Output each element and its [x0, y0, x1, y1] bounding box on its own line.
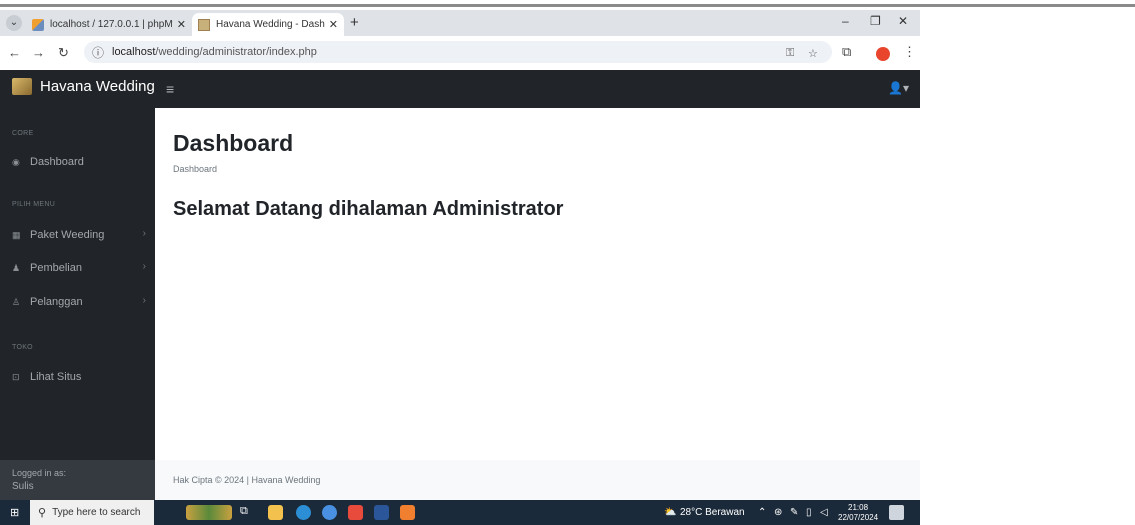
close-icon[interactable]: ✕ [177, 18, 186, 31]
tab-strip: ⌄ localhost / 127.0.0.1 | phpMyAdmin ✕ H… [0, 10, 920, 36]
tab-phpmyadmin[interactable]: localhost / 127.0.0.1 | phpMyAdmin ✕ [26, 13, 192, 36]
user-dropdown-icon[interactable]: 👤▾ [888, 81, 909, 95]
clock[interactable]: 21:08 22/07/2024 [838, 503, 878, 523]
sidebar-heading-core: CORE [12, 130, 34, 137]
xampp-icon[interactable] [400, 505, 415, 520]
taskbar-search[interactable]: ⚲ Type here to search [30, 500, 154, 525]
sidebar-item-label: Dashboard [30, 156, 84, 168]
word-icon[interactable] [374, 505, 389, 520]
close-window-icon[interactable]: ✕ [898, 14, 908, 28]
breadcrumb: Dashboard [173, 164, 218, 174]
sidebar-item-paket-weeding[interactable]: ▦ Paket Weeding › [12, 227, 148, 243]
taskbar: ⊞ ⚲ Type here to search ⧉ ⛅ 28°C Berawan… [0, 500, 920, 525]
tab-search-icon[interactable]: ⌄ [6, 15, 22, 31]
copyright-text: Hak Cipta © 2024 | Havana Wedding [173, 475, 321, 485]
chrome-icon[interactable] [348, 505, 363, 520]
logged-in-user: Sulis [12, 481, 34, 492]
site-info-icon[interactable]: ⓘ [92, 44, 104, 61]
address-bar[interactable]: ⓘ localhost/wedding/administrator/index.… [84, 41, 832, 63]
extensions-icon[interactable]: ⧉ [842, 44, 851, 60]
bag-icon: ♟ [12, 262, 21, 273]
taskbar-news-widget[interactable] [186, 505, 232, 520]
sidebar-heading-pilih-menu: PILIH MENU [12, 201, 56, 208]
forward-icon[interactable]: → [32, 45, 45, 60]
brand[interactable]: Havana Wedding [12, 78, 155, 95]
chevron-up-icon[interactable]: ⌃ [758, 507, 766, 518]
sidebar-footer: Logged in as: Sulis [0, 460, 155, 500]
browser-toolbar: ← → ↻ ⓘ localhost/wedding/administrator/… [0, 36, 920, 70]
user-icon: ♙ [12, 296, 21, 307]
chevron-right-icon: › [142, 261, 146, 272]
file-explorer-icon[interactable] [268, 505, 283, 520]
search-icon: ⚲ [38, 507, 47, 519]
close-icon[interactable]: ✕ [329, 18, 338, 31]
sidebar-item-lihat-situs[interactable]: ⊡ Lihat Situs [12, 369, 148, 385]
sidebar-item-label: Pembelian [30, 262, 82, 274]
sidebar-item-pelanggan[interactable]: ♙ Pelanggan › [12, 294, 148, 310]
volume-icon[interactable]: ◁ [820, 507, 828, 518]
app-icon[interactable] [322, 505, 337, 520]
url-host: localhost [112, 46, 156, 58]
welcome-heading: Selamat Datang dihalaman Administrator [173, 198, 564, 220]
key-icon[interactable]: ⚿ [786, 47, 794, 60]
top-divider [0, 4, 1135, 7]
clock-date: 22/07/2024 [838, 513, 879, 522]
sidebar-item-label: Lihat Situs [30, 371, 82, 383]
weather-icon[interactable]: ⛅ [664, 507, 676, 518]
screen: ⌄ localhost / 127.0.0.1 | phpMyAdmin ✕ H… [0, 0, 1135, 525]
url-path: /wedding/administrator/index.php [155, 46, 317, 58]
sidebar-item-pembelian[interactable]: ♟ Pembelian › [12, 260, 148, 276]
chevron-right-icon: › [142, 295, 146, 306]
weather-text[interactable]: 28°C Berawan [680, 507, 745, 518]
restore-icon[interactable]: ❐ [870, 14, 881, 28]
pen-icon[interactable]: ✎ [790, 507, 798, 518]
reload-icon[interactable]: ↻ [58, 45, 69, 61]
sidebar-toggle-icon[interactable]: ≡ [166, 81, 174, 97]
menu-kebab-icon[interactable]: ⋮ [903, 44, 916, 60]
network-icon[interactable]: ⊛ [774, 507, 782, 518]
profile-avatar[interactable] [876, 47, 890, 61]
table-icon: ▦ [12, 229, 21, 240]
app-navbar: Havana Wedding ≡ 👤▾ [0, 70, 920, 108]
brand-logo [12, 78, 32, 95]
browser-window: ⌄ localhost / 127.0.0.1 | phpMyAdmin ✕ H… [0, 10, 920, 525]
dashboard-icon: ◉ [12, 156, 20, 167]
task-view-icon[interactable]: ⧉ [240, 505, 255, 520]
minimize-icon[interactable]: – [842, 14, 849, 28]
sidebar-heading-toko: TOKO [12, 344, 33, 351]
sidebar-item-dashboard[interactable]: ◉ Dashboard [12, 154, 148, 170]
url-text[interactable]: localhost/wedding/administrator/index.ph… [112, 46, 317, 58]
logged-in-label: Logged in as: [12, 468, 67, 478]
sidebar-item-label: Paket Weeding [30, 229, 105, 241]
brand-name: Havana Wedding [40, 78, 155, 95]
new-tab-button[interactable]: + [350, 14, 359, 31]
phpmyadmin-icon [32, 18, 44, 31]
tab-havana-dashboard[interactable]: Havana Wedding - Dashboard ✕ [192, 13, 344, 36]
back-icon[interactable]: ← [8, 45, 21, 60]
page-footer: Hak Cipta © 2024 | Havana Wedding [155, 460, 920, 500]
sidebar: CORE ◉ Dashboard PILIH MENU ▦ Paket Weed… [0, 108, 155, 500]
windows-start-icon[interactable]: ⊞ [10, 506, 19, 519]
tab-title: Havana Wedding - Dashboard [216, 19, 325, 30]
sidebar-item-label: Pelanggan [30, 296, 83, 308]
main-content: Dashboard Dashboard Selamat Datang dihal… [155, 108, 920, 460]
edge-icon[interactable] [296, 505, 311, 520]
tab-title: localhost / 127.0.0.1 | phpMyAdmin [50, 19, 173, 30]
bookmark-star-icon[interactable]: ☆ [808, 47, 818, 60]
battery-icon[interactable]: ▯ [806, 507, 812, 518]
chevron-right-icon: › [142, 228, 146, 239]
search-placeholder: Type here to search [52, 507, 141, 518]
havana-wedding-icon [198, 18, 210, 31]
clock-time: 21:08 [848, 503, 869, 512]
shop-icon: ⊡ [12, 371, 20, 382]
page-title: Dashboard [173, 130, 294, 156]
notification-icon[interactable] [889, 505, 904, 520]
